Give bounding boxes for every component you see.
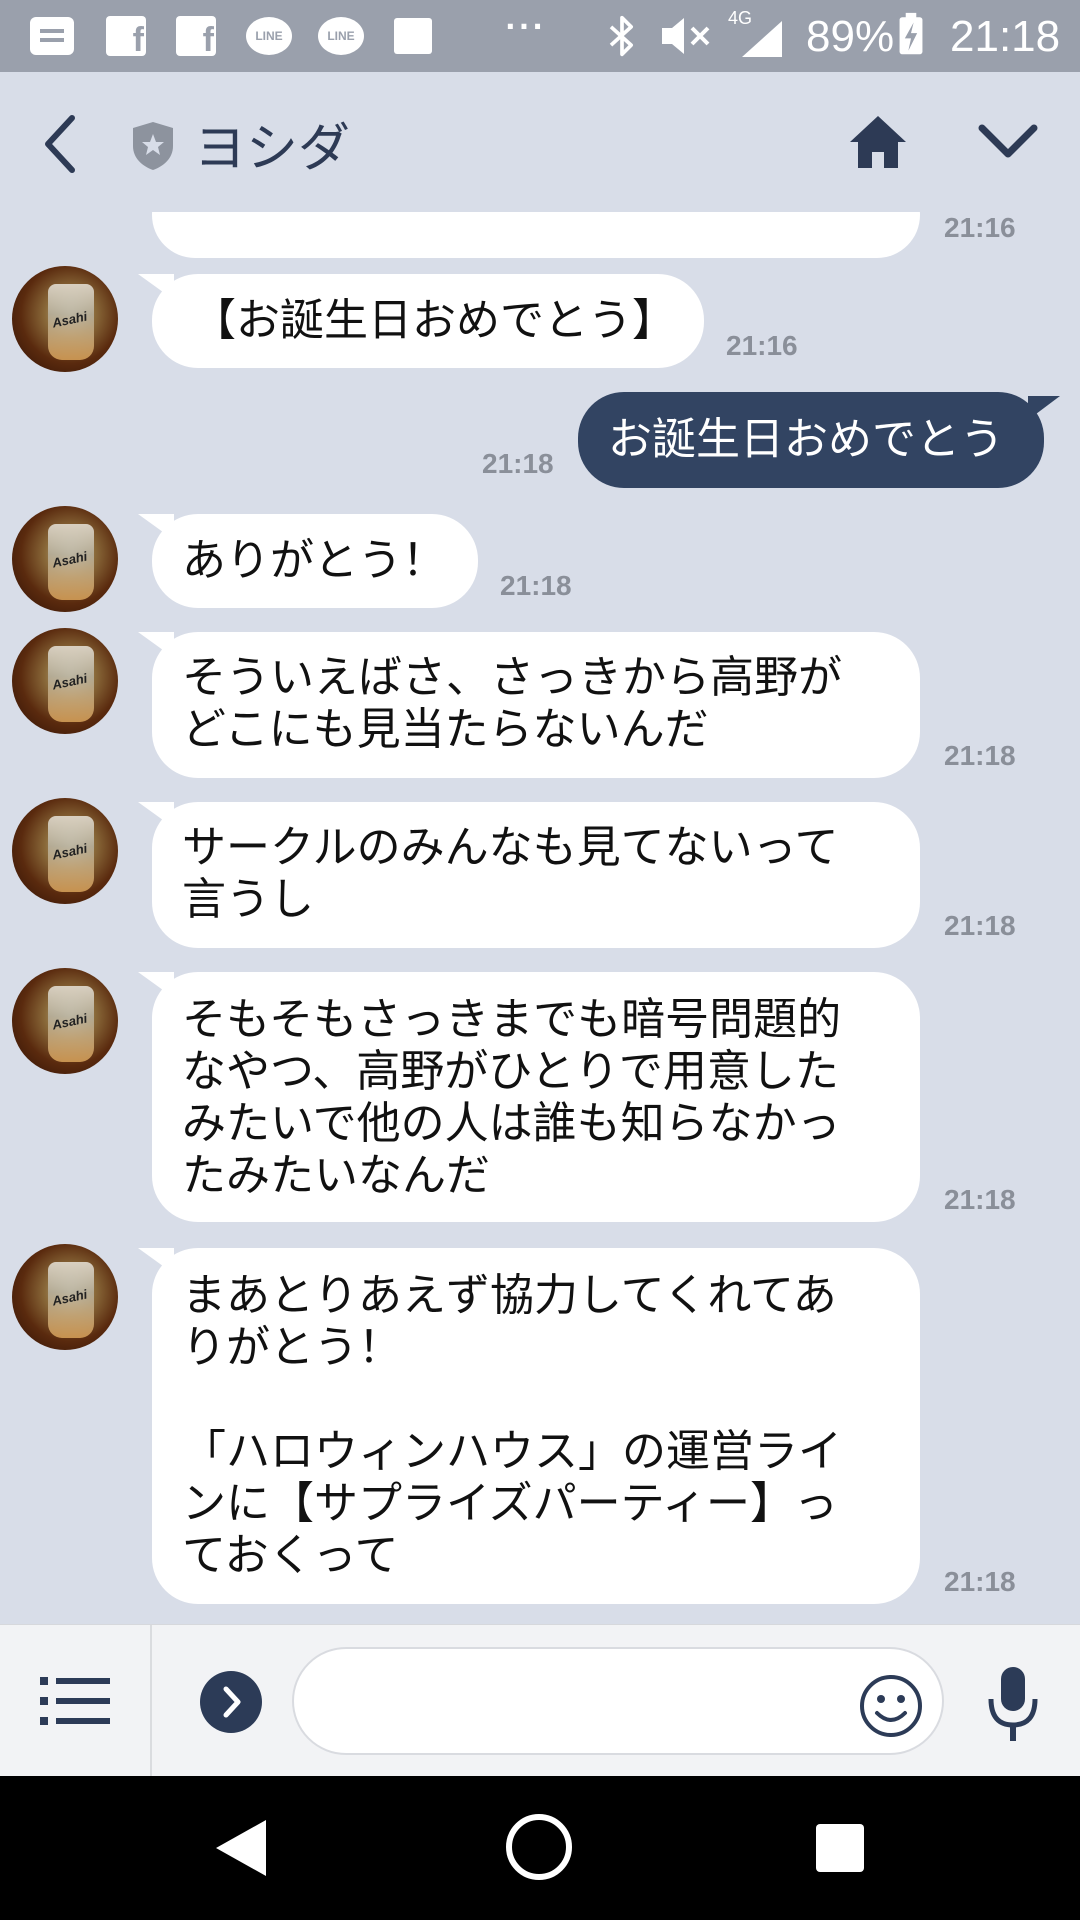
message-bubble[interactable]: サークルのみんなも見てないって 言うし [138, 802, 920, 948]
avatar[interactable]: Asahi [12, 968, 118, 1074]
mute-icon [662, 18, 710, 54]
facebook-icon: f [176, 16, 216, 59]
message-time: 21:18 [500, 570, 572, 601]
square-icon [394, 18, 432, 54]
facebook-icon: f [106, 16, 146, 59]
input-bar [0, 1624, 1080, 1777]
clock: 21:18 [950, 12, 1061, 61]
status-bar: f f LINE LINE ··· 4G 89% 21:18 [0, 0, 1080, 72]
system-nav-bar [0, 1776, 1080, 1920]
nav-recent-button[interactable] [816, 1824, 864, 1872]
message-bubble[interactable]: そういえばさ、さっきから高野が どこにも見当たらないんだ [138, 632, 920, 778]
more-notifications-icon: ··· [505, 10, 546, 43]
shield-star-icon [133, 122, 173, 170]
line-icon: LINE [246, 17, 292, 55]
avatar[interactable]: Asahi [12, 506, 118, 612]
message-time: 21:18 [944, 1566, 1016, 1597]
message-time: 21:16 [944, 212, 1016, 243]
message-time: 21:18 [944, 740, 1016, 771]
message-bubble[interactable]: そもそもさっきまでも暗号問題的 なやつ、高野がひとりで用意した みたいで他の人は… [138, 972, 920, 1222]
line-icon: LINE [318, 17, 364, 55]
battery-charging-icon [899, 12, 923, 55]
message-time: 21:18 [482, 448, 554, 479]
menu-button[interactable] [40, 1673, 110, 1729]
message-bubble-partial [152, 212, 920, 258]
message-input[interactable] [292, 1647, 944, 1755]
mail-icon [30, 17, 74, 55]
chevron-down-button[interactable] [976, 120, 1040, 164]
message-time: 21:18 [944, 1184, 1016, 1215]
emoji-button[interactable] [858, 1673, 924, 1739]
avatar[interactable]: Asahi [12, 266, 118, 372]
battery-percent: 89% [806, 12, 895, 61]
expand-icon [223, 1686, 241, 1718]
avatar[interactable]: Asahi [12, 1244, 118, 1350]
message-bubble[interactable]: 【お誕生日おめでとう】 [138, 274, 704, 368]
signal-icon [742, 21, 782, 57]
chat-title: ヨシダ [194, 119, 351, 179]
divider [150, 1625, 152, 1777]
chat-header: ヨシダ [0, 72, 1080, 212]
message-bubble[interactable]: ありがとう！ [138, 514, 478, 608]
bluetooth-icon [609, 15, 633, 57]
nav-home-button[interactable] [506, 1814, 572, 1880]
message-time: 21:16 [726, 330, 798, 361]
message-time: 21:18 [944, 910, 1016, 941]
microphone-button[interactable] [986, 1665, 1040, 1745]
message-list[interactable]: 21:16 Asahi 【お誕生日おめでとう】 21:16 お誕生日おめでとう … [0, 212, 1080, 1624]
nav-back-button[interactable] [214, 1818, 268, 1878]
home-button[interactable] [846, 112, 910, 172]
message-bubble-outgoing[interactable]: お誕生日おめでとう [578, 392, 1060, 488]
back-button[interactable] [38, 112, 82, 176]
message-bubble[interactable]: まあとりあえず協力してくれてあ りがとう！ 「ハロウィンハウス」の運営ライ ンに… [138, 1248, 920, 1604]
avatar[interactable]: Asahi [12, 628, 118, 734]
avatar[interactable]: Asahi [12, 798, 118, 904]
expand-button[interactable] [200, 1671, 262, 1733]
